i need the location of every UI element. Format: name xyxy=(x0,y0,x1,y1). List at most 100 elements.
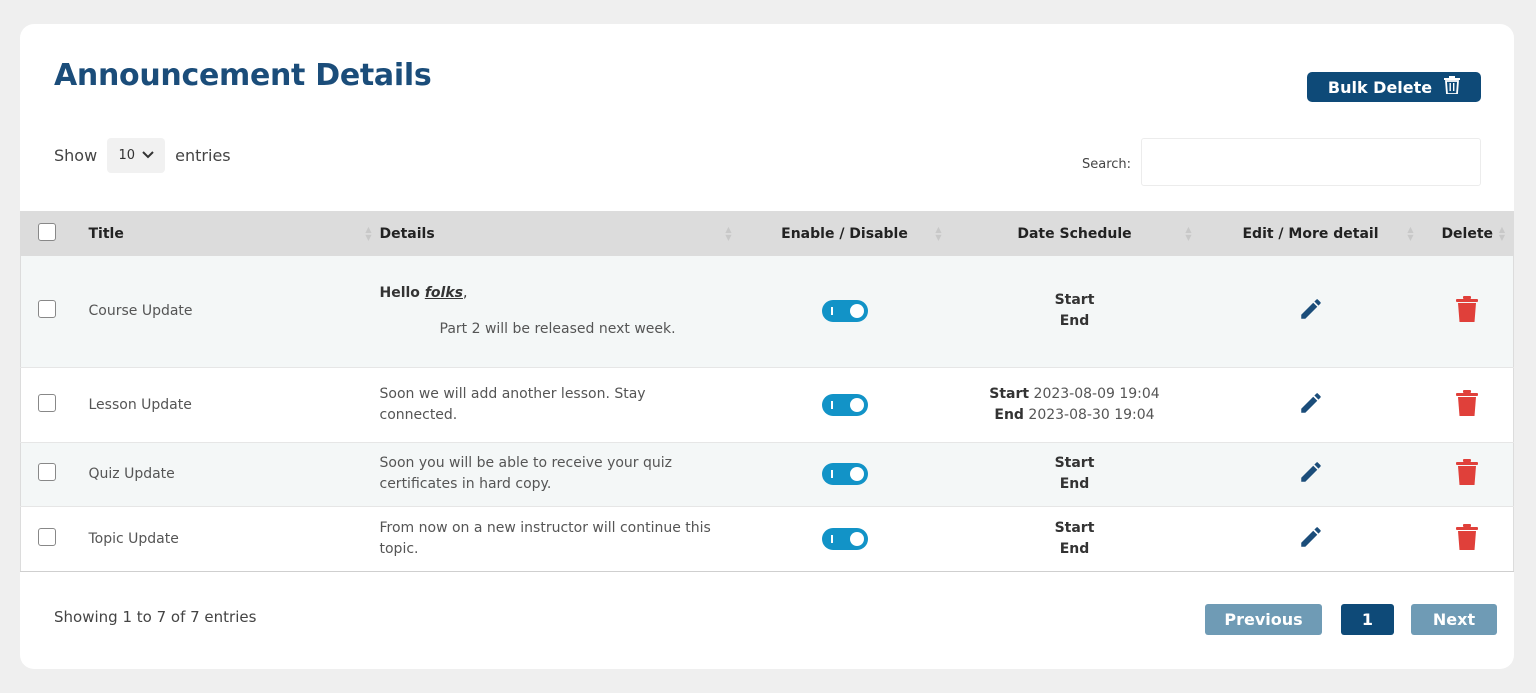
table-row: Quiz Update Soon you will be able to rec… xyxy=(20,442,1514,506)
trash-icon[interactable] xyxy=(1456,296,1479,326)
header-select-all-cell xyxy=(21,211,89,256)
table-header-row: Title ▲ ▼ Details ▲ ▼ Enable / Disable ▲ ▼ Dat… xyxy=(20,211,1514,256)
trash-icon[interactable] xyxy=(1456,523,1479,554)
row-schedule: Start 2023-08-09 19:04 End 2023-08-30 19… xyxy=(950,367,1200,442)
previous-button[interactable]: Previous xyxy=(1205,604,1322,635)
row-checkbox-cell xyxy=(21,506,89,571)
next-button[interactable]: Next xyxy=(1411,604,1497,635)
row-toggle-cell xyxy=(740,256,950,367)
sort-arrows-icon: ▲ ▼ xyxy=(365,224,372,242)
header-date-label: Date Schedule xyxy=(1017,225,1132,242)
schedule-end: End xyxy=(950,474,1200,495)
row-toggle-cell xyxy=(740,506,950,571)
row-checkbox-cell xyxy=(21,442,89,506)
row-delete-cell xyxy=(1422,506,1514,571)
bulk-delete-label: Bulk Delete xyxy=(1327,77,1433,97)
pencil-icon[interactable] xyxy=(1298,459,1324,489)
enable-toggle[interactable] xyxy=(821,527,868,550)
table-row: Course Update Hello folks, Part 2 will b… xyxy=(20,256,1514,367)
schedule-end: End xyxy=(950,539,1200,560)
enable-toggle[interactable] xyxy=(821,300,868,323)
search-input[interactable] xyxy=(1141,138,1481,186)
row-schedule: Start End xyxy=(950,506,1200,571)
start-label: Start xyxy=(989,385,1030,402)
end-label: End xyxy=(1059,313,1090,330)
pencil-icon[interactable] xyxy=(1298,390,1324,420)
start-label: Start xyxy=(1054,292,1095,309)
details-link[interactable]: folks xyxy=(425,285,463,301)
schedule-start: Start 2023-08-09 19:04 xyxy=(950,384,1200,405)
row-title: Topic Update xyxy=(88,530,179,547)
row-toggle-cell xyxy=(740,367,950,442)
row-edit-cell xyxy=(1200,506,1422,571)
header-title-label: Title xyxy=(88,225,124,242)
row-title: Quiz Update xyxy=(88,466,175,482)
row-schedule: Start End xyxy=(950,256,1200,367)
header-edit[interactable]: Edit / More detail ▲ ▼ xyxy=(1200,211,1422,256)
pencil-icon[interactable] xyxy=(1298,296,1324,326)
header-delete[interactable]: Delete ▲ ▼ xyxy=(1422,211,1514,256)
row-details: From now on a new instructor will contin… xyxy=(379,519,711,557)
sort-arrows-icon: ▲ ▼ xyxy=(1498,224,1505,242)
details-greeting: Hello xyxy=(379,284,425,301)
trash-icon[interactable] xyxy=(1456,389,1479,420)
row-delete-cell xyxy=(1422,367,1514,442)
entries-select-value: 10 xyxy=(118,148,136,163)
schedule-start: Start xyxy=(950,290,1200,311)
table-row: Lesson Update Soon we will add another l… xyxy=(20,367,1514,442)
schedule-start: Start xyxy=(950,518,1200,539)
row-delete-cell xyxy=(1422,442,1514,506)
bulk-delete-button[interactable]: Bulk Delete xyxy=(1307,72,1481,102)
header-details[interactable]: Details ▲ ▼ xyxy=(380,211,740,256)
schedule-end: End 2023-08-30 19:04 xyxy=(950,405,1200,426)
enable-toggle[interactable] xyxy=(821,463,868,485)
row-edit-cell xyxy=(1200,256,1422,367)
sort-arrows-icon: ▲ ▼ xyxy=(725,224,732,242)
select-all-checkbox[interactable] xyxy=(38,222,56,241)
start-label: Start xyxy=(1054,455,1095,471)
header-enable[interactable]: Enable / Disable ▲ ▼ xyxy=(740,211,950,256)
header-delete-label: Delete xyxy=(1441,225,1494,242)
show-label: Show xyxy=(54,146,98,165)
enable-toggle[interactable] xyxy=(821,393,868,416)
trash-icon[interactable] xyxy=(1456,459,1479,489)
search-label: Search: xyxy=(1082,157,1132,172)
row-checkbox-cell xyxy=(21,367,89,442)
end-value: 2023-08-30 19:04 xyxy=(1028,406,1155,423)
end-label: End xyxy=(1059,540,1090,557)
header-enable-label: Enable / Disable xyxy=(781,225,908,242)
schedule-start: Start xyxy=(950,453,1200,474)
page-1-button[interactable]: 1 xyxy=(1341,604,1394,635)
announcement-card: Announcement Details Bulk Delete Show 10… xyxy=(20,24,1514,669)
schedule-end: End xyxy=(950,311,1200,332)
row-details: Hello folks, Part 2 will be released nex… xyxy=(380,256,740,367)
page-title: Announcement Details xyxy=(54,58,432,93)
row-checkbox[interactable] xyxy=(38,463,56,481)
row-schedule: Start End xyxy=(950,442,1200,506)
row-edit-cell xyxy=(1200,367,1422,442)
row-checkbox[interactable] xyxy=(38,393,56,412)
sort-arrows-icon: ▲ ▼ xyxy=(935,224,942,242)
pencil-icon[interactable] xyxy=(1298,524,1324,554)
entries-select[interactable]: 10 xyxy=(107,138,166,173)
row-title: Lesson Update xyxy=(88,396,192,413)
table-info: Showing 1 to 7 of 7 entries xyxy=(54,608,257,626)
row-checkbox-cell xyxy=(21,256,89,367)
start-value: 2023-08-09 19:04 xyxy=(1033,385,1160,402)
row-checkbox[interactable] xyxy=(38,300,56,319)
header-date-schedule[interactable]: Date Schedule ▲ ▼ xyxy=(950,211,1200,256)
header-title[interactable]: Title ▲ ▼ xyxy=(89,211,380,256)
sort-arrows-icon: ▲ ▼ xyxy=(1185,224,1192,242)
trash-icon xyxy=(1444,76,1461,98)
start-label: Start xyxy=(1054,519,1095,536)
chevron-down-icon xyxy=(142,148,154,163)
row-checkbox[interactable] xyxy=(38,527,56,546)
row-details: Soon we will add another lesson. Stay co… xyxy=(379,385,646,423)
announcements-table: Title ▲ ▼ Details ▲ ▼ Enable / Disable ▲ ▼ Dat… xyxy=(20,211,1514,572)
entries-length-control: Show 10 entries xyxy=(54,138,231,173)
details-punct: , xyxy=(462,284,468,301)
details-line-1: Hello folks, xyxy=(380,283,720,304)
details-line-2: Part 2 will be released next week. xyxy=(439,320,676,337)
row-details: Soon you will be able to receive your qu… xyxy=(379,455,673,492)
end-label: End xyxy=(1059,476,1090,492)
